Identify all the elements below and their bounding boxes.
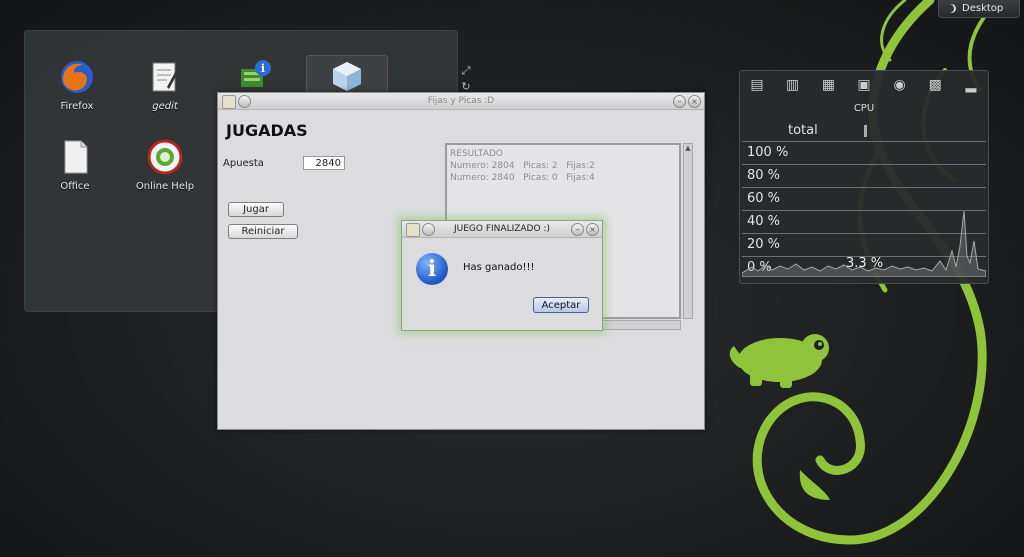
bet-input[interactable] bbox=[303, 156, 345, 170]
desktop-icon-label: Office bbox=[60, 181, 90, 192]
dialog-title: JUEGO FINALIZADO :) bbox=[454, 224, 550, 234]
desktop-icon-online-help[interactable]: Online Help bbox=[125, 137, 205, 192]
cpu-usage-graph: total 100 % 80 % 60 % 40 % 20 % 0 % 3.3 … bbox=[742, 121, 986, 279]
storage-icon[interactable]: ▦ bbox=[817, 75, 839, 95]
graph-gridline bbox=[742, 141, 986, 142]
close-icon[interactable]: × bbox=[586, 223, 599, 236]
results-line: RESULTADO bbox=[450, 149, 503, 159]
desktop-icon-firefox[interactable]: Firefox bbox=[37, 57, 117, 112]
java-app-icon[interactable] bbox=[406, 223, 420, 237]
graph-gridline bbox=[742, 187, 986, 188]
graph-label-100: 100 % bbox=[747, 145, 789, 160]
window-menu-icon[interactable] bbox=[238, 95, 251, 108]
system-monitor-icons: ▤ ▥ ▦ ▣ ◉ ▩ ▂ bbox=[746, 75, 982, 97]
cpu-total-label: total bbox=[788, 123, 818, 138]
window-menu-icon[interactable] bbox=[422, 223, 435, 236]
graph-gridline bbox=[742, 164, 986, 165]
cpu-monitor-widget: ▤ ▥ ▦ ▣ ◉ ▩ ▂ CPU total 100 % 80 % 60 % … bbox=[739, 70, 989, 284]
minimize-icon[interactable]: – bbox=[673, 95, 686, 108]
text-editor-icon bbox=[145, 57, 185, 97]
globe-icon[interactable]: ◉ bbox=[889, 75, 911, 95]
results-line: Numero: 2840 Picas: 0 Fijas:4 bbox=[450, 173, 595, 183]
desktop-icon bbox=[947, 4, 956, 13]
lifebuoy-icon bbox=[145, 137, 185, 177]
desktop-icon-label: Firefox bbox=[60, 101, 94, 112]
desktop-icon-gedit[interactable]: gedit bbox=[125, 57, 205, 112]
package-cube-icon bbox=[327, 56, 367, 96]
results-line: Numero: 2804 Picas: 2 Fijas:2 bbox=[450, 161, 595, 171]
hard-drive-icon[interactable]: ▥ bbox=[782, 75, 804, 95]
dialog-message: Has ganado!!! bbox=[463, 262, 535, 273]
graph-label-80: 80 % bbox=[747, 168, 781, 183]
bet-label: Apuesta bbox=[223, 158, 264, 169]
resize-icon[interactable]: ⤢ bbox=[458, 63, 474, 79]
system-settings-icon: i bbox=[235, 57, 275, 97]
dialog-titlebar[interactable]: JUEGO FINALIZADO :) – × bbox=[402, 221, 602, 238]
desktop-button-label: Desktop bbox=[962, 3, 1004, 14]
cpu-total-meter bbox=[864, 125, 867, 137]
info-icon: i bbox=[416, 253, 448, 285]
accept-button[interactable]: Aceptar bbox=[533, 297, 589, 313]
office-document-icon bbox=[55, 137, 95, 177]
cpu-widget-title: CPU bbox=[853, 103, 875, 114]
cpu-usage-value: 3.3 % bbox=[846, 256, 884, 271]
signal-bars-icon[interactable]: ▂ bbox=[960, 75, 982, 95]
restart-button[interactable]: Reiniciar bbox=[228, 224, 298, 239]
close-icon[interactable]: × bbox=[688, 95, 701, 108]
window-titlebar[interactable]: Fijas y Picas :D – × bbox=[218, 93, 704, 110]
disk-icon[interactable]: ▤ bbox=[746, 75, 768, 95]
firefox-icon bbox=[57, 57, 97, 97]
game-finished-dialog: JUEGO FINALIZADO :) – × i Has ganado!!! … bbox=[401, 220, 603, 331]
desktop-icon-label: gedit bbox=[152, 101, 178, 112]
network-card-icon[interactable]: ▣ bbox=[853, 75, 875, 95]
plays-heading: JUGADAS bbox=[226, 121, 308, 140]
java-app-icon[interactable] bbox=[222, 95, 236, 109]
desktop-toolbox-button[interactable]: Desktop bbox=[938, 0, 1020, 18]
scroll-up-icon[interactable]: ▲ bbox=[684, 144, 692, 152]
window-title: Fijas y Picas :D bbox=[427, 96, 495, 106]
desktop-icon-office[interactable]: Office bbox=[35, 137, 115, 192]
desktop-icon-java-app[interactable] bbox=[306, 55, 388, 97]
memory-chip-icon[interactable]: ▩ bbox=[924, 75, 946, 95]
minimize-icon[interactable]: – bbox=[571, 223, 584, 236]
svg-text:i: i bbox=[261, 62, 265, 75]
results-vertical-scrollbar[interactable]: ▲ bbox=[683, 143, 693, 319]
play-button[interactable]: Jugar bbox=[228, 202, 284, 217]
desktop-icon-label: Online Help bbox=[135, 181, 195, 192]
